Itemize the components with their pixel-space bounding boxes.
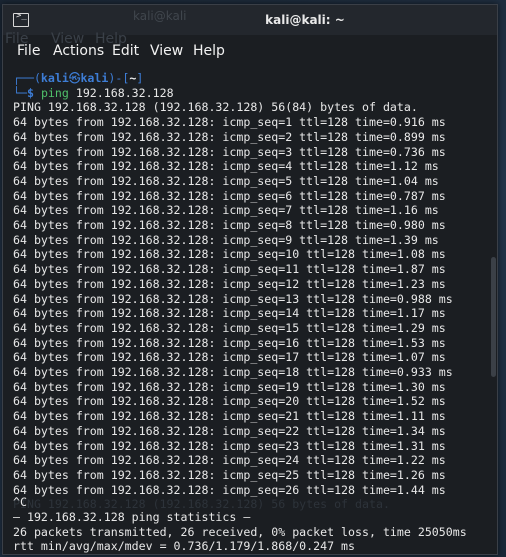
prompt-bracket: )-[ [108,71,130,85]
scrollbar-thumb[interactable] [491,257,496,377]
terminal-output[interactable]: ┌──(kali㉿kali)-[~] └─$ ping 192.168.32.1… [3,67,497,554]
menu-view[interactable]: View [150,43,183,59]
prompt-bracket: ] [136,71,144,85]
ping-reply-line: 64 bytes from 192.168.32.128: icmp_seq=1… [13,247,446,262]
prompt-host: kali [80,71,109,85]
interrupt-line: ^C [13,495,27,510]
ping-reply-line: 64 bytes from 192.168.32.128: icmp_seq=2… [13,467,446,482]
ping-reply-line: 64 bytes from 192.168.32.128: icmp_seq=5… [13,173,439,188]
ping-reply-line: 64 bytes from 192.168.32.128: icmp_seq=2… [13,394,446,409]
ping-reply-line: 64 bytes from 192.168.32.128: icmp_seq=1… [13,365,453,379]
ping-reply-line: 64 bytes from 192.168.32.128: icmp_seq=2… [13,409,446,424]
stats-header: — 192.168.32.128 ping statistics — [13,510,251,524]
stats-packets: 26 packets transmitted, 26 received, 0% … [13,524,467,539]
ping-reply-line: 64 bytes from 192.168.32.128: icmp_seq=2… [13,129,446,144]
menu-bar: File View Help File Actions Edit View He… [3,31,497,67]
prompt-bracket: ┌──( [13,71,41,85]
prompt-user: kali [40,71,69,85]
ping-reply-line: 64 bytes from 192.168.32.128: icmp_seq=8… [13,218,446,232]
ping-reply-line: 64 bytes from 192.168.32.128: icmp_seq=2… [13,423,446,438]
prompt-line-2: └─$ ping 192.168.32.128 [13,86,174,101]
menu-file[interactable]: File [17,43,40,59]
ping-reply-line: 64 bytes from 192.168.32.128: icmp_seq=2… [13,482,446,497]
ping-reply-line: 64 bytes from 192.168.32.128: icmp_seq=1… [13,320,446,335]
ping-reply-line: 64 bytes from 192.168.32.128: icmp_seq=9… [13,232,439,247]
ping-reply-line: 64 bytes from 192.168.32.128: icmp_seq=2… [13,453,446,468]
ping-reply-line: 64 bytes from 192.168.32.128: icmp_seq=2… [13,438,446,453]
ping-reply-line: 64 bytes from 192.168.32.128: icmp_seq=7… [13,203,439,218]
prompt-line-1: ┌──(kali㉿kali)-[~] [13,71,143,86]
ping-reply-line: 64 bytes from 192.168.32.128: icmp_seq=1… [13,262,446,277]
prompt-bracket: └─ [13,85,27,100]
stats-rtt: rtt min/avg/max/mdev = 0.736/1.179/1.868… [13,539,356,554]
ping-reply-line: 64 bytes from 192.168.32.128: icmp_seq=1… [13,276,446,291]
prompt-dollar: $ [26,85,41,100]
kali-skull-icon: ㉿ [68,71,81,85]
ping-reply-line: 64 bytes from 192.168.32.128: icmp_seq=6… [13,188,446,203]
ping-reply-line: 64 bytes from 192.168.32.128: icmp_seq=1… [13,115,446,130]
ping-reply-line: 64 bytes from 192.168.32.128: icmp_seq=4… [13,159,439,174]
ping-reply-line: 64 bytes from 192.168.32.128: icmp_seq=1… [13,335,446,350]
ping-reply-line: 64 bytes from 192.168.32.128: icmp_seq=1… [13,306,446,321]
scrollbar[interactable] [489,67,497,552]
command-argument: 192.168.32.128 [68,85,174,100]
ping-reply-line: 64 bytes from 192.168.32.128: icmp_seq=3… [13,144,446,159]
terminal-window: kali@kali >_ kali@kali: ~ File View Help… [2,4,498,555]
ping-reply-line: 64 bytes from 192.168.32.128: icmp_seq=1… [13,291,453,306]
ping-header: PING 192.168.32.128 (192.168.32.128) 56(… [13,100,418,115]
ping-reply-line: 64 bytes from 192.168.32.128: icmp_seq=1… [13,350,446,365]
menu-actions[interactable]: Actions [53,43,104,59]
command-name: ping [40,85,69,100]
menu-help[interactable]: Help [193,43,225,59]
ping-reply-line: 64 bytes from 192.168.32.128: icmp_seq=1… [13,379,446,394]
menu-edit[interactable]: Edit [112,43,139,59]
